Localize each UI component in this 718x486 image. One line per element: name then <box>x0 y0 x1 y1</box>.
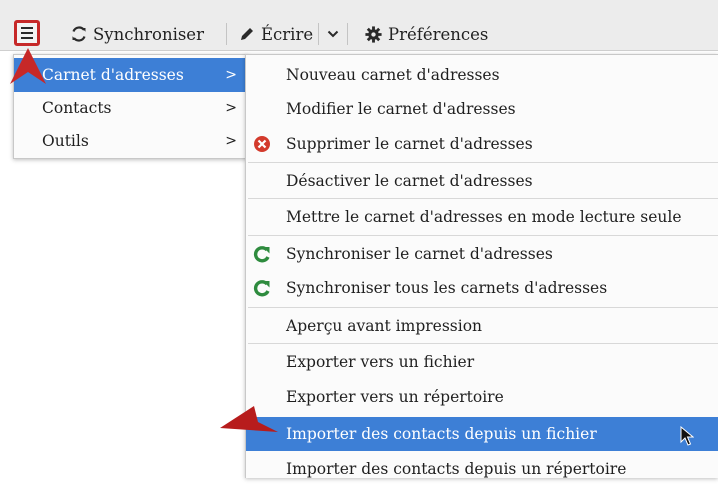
menu-separator <box>248 307 718 308</box>
menu-separator <box>248 198 718 199</box>
hamburger-icon <box>21 27 33 29</box>
menu-separator <box>248 235 718 236</box>
sync-icon <box>253 246 270 263</box>
submenu-item-import-from-file[interactable]: Importer des contacts depuis un fichier <box>246 417 718 451</box>
submenu-item-label: Synchroniser tous les carnets d'adresses <box>286 279 608 297</box>
submenu-item-label: Synchroniser le carnet d'adresses <box>286 245 553 263</box>
sync-arrows-icon <box>72 26 86 42</box>
submenu-item-sync-address-book[interactable]: Synchroniser le carnet d'adresses <box>246 237 718 271</box>
submenu-item-label: Mettre le carnet d'adresses en mode lect… <box>286 208 682 226</box>
hamburger-icon-line <box>21 32 33 34</box>
toolbar-separator <box>318 23 319 45</box>
submenu-item-new-address-book[interactable]: Nouveau carnet d'adresses <box>246 58 718 92</box>
submenu-item-label: Importer des contacts depuis un fichier <box>286 425 597 443</box>
annotation-arrow-icon <box>220 406 278 432</box>
submenu-item-delete-address-book[interactable]: Supprimer le carnet d'adresses <box>246 127 718 161</box>
address-book-submenu: Nouveau carnet d'adresses Modifier le ca… <box>245 54 718 478</box>
write-button[interactable]: Écrire <box>238 22 313 46</box>
menu-item-tools[interactable]: Outils > <box>14 124 247 158</box>
submenu-item-export-to-file[interactable]: Exporter vers un fichier <box>246 345 718 379</box>
submenu-item-label: Exporter vers un répertoire <box>286 388 504 406</box>
annotation-arrow-icon <box>10 48 46 84</box>
menu-item-contacts[interactable]: Contacts > <box>14 91 247 125</box>
submenu-item-label: Importer des contacts depuis un répertoi… <box>286 460 627 478</box>
submenu-item-label: Aperçu avant impression <box>286 317 483 335</box>
menu-separator <box>248 343 718 344</box>
menu-item-address-book[interactable]: Carnet d'adresses > <box>14 58 247 92</box>
main-menu: Carnet d'adresses > Contacts > Outils > <box>13 54 248 159</box>
gear-icon <box>365 25 382 43</box>
hamburger-menu-button[interactable] <box>14 20 40 46</box>
submenu-item-label: Modifier le carnet d'adresses <box>286 100 516 118</box>
submenu-item-label: Supprimer le carnet d'adresses <box>286 135 533 153</box>
chevron-down-icon <box>327 30 339 38</box>
menu-item-label: Outils <box>42 132 89 150</box>
submenu-item-label: Désactiver le carnet d'adresses <box>286 172 533 190</box>
submenu-item-edit-address-book[interactable]: Modifier le carnet d'adresses <box>246 92 718 126</box>
submenu-item-read-only-mode[interactable]: Mettre le carnet d'adresses en mode lect… <box>246 200 718 234</box>
submenu-item-export-to-directory[interactable]: Exporter vers un répertoire <box>246 380 718 414</box>
chevron-right-icon: > <box>225 67 237 83</box>
submenu-item-label: Nouveau carnet d'adresses <box>286 66 500 84</box>
hamburger-icon-line <box>21 37 33 39</box>
delete-icon <box>254 136 270 152</box>
synchronize-label: Synchroniser <box>93 24 204 44</box>
toolbar: Synchroniser Écrire Préférences <box>0 0 718 51</box>
menu-item-label: Contacts <box>42 99 112 117</box>
chevron-right-icon: > <box>225 100 237 116</box>
pencil-icon <box>241 28 253 40</box>
submenu-item-sync-all-address-books[interactable]: Synchroniser tous les carnets d'adresses <box>246 271 718 305</box>
write-dropdown-button[interactable] <box>324 22 342 46</box>
submenu-item-print-preview[interactable]: Aperçu avant impression <box>246 309 718 343</box>
preferences-label: Préférences <box>388 24 489 44</box>
preferences-button[interactable]: Préférences <box>364 22 488 46</box>
submenu-item-import-from-directory[interactable]: Importer des contacts depuis un répertoi… <box>246 452 718 486</box>
menu-separator <box>248 162 718 163</box>
write-label: Écrire <box>261 24 314 44</box>
submenu-item-disable-address-book[interactable]: Désactiver le carnet d'adresses <box>246 164 718 198</box>
submenu-item-label: Exporter vers un fichier <box>286 353 475 371</box>
chevron-right-icon: > <box>225 133 237 149</box>
menu-item-label: Carnet d'adresses <box>42 66 184 84</box>
toolbar-separator <box>347 23 348 45</box>
toolbar-separator <box>226 23 227 45</box>
mouse-cursor-icon <box>680 426 694 446</box>
synchronize-button[interactable]: Synchroniser <box>70 22 204 46</box>
sync-icon <box>253 280 270 297</box>
